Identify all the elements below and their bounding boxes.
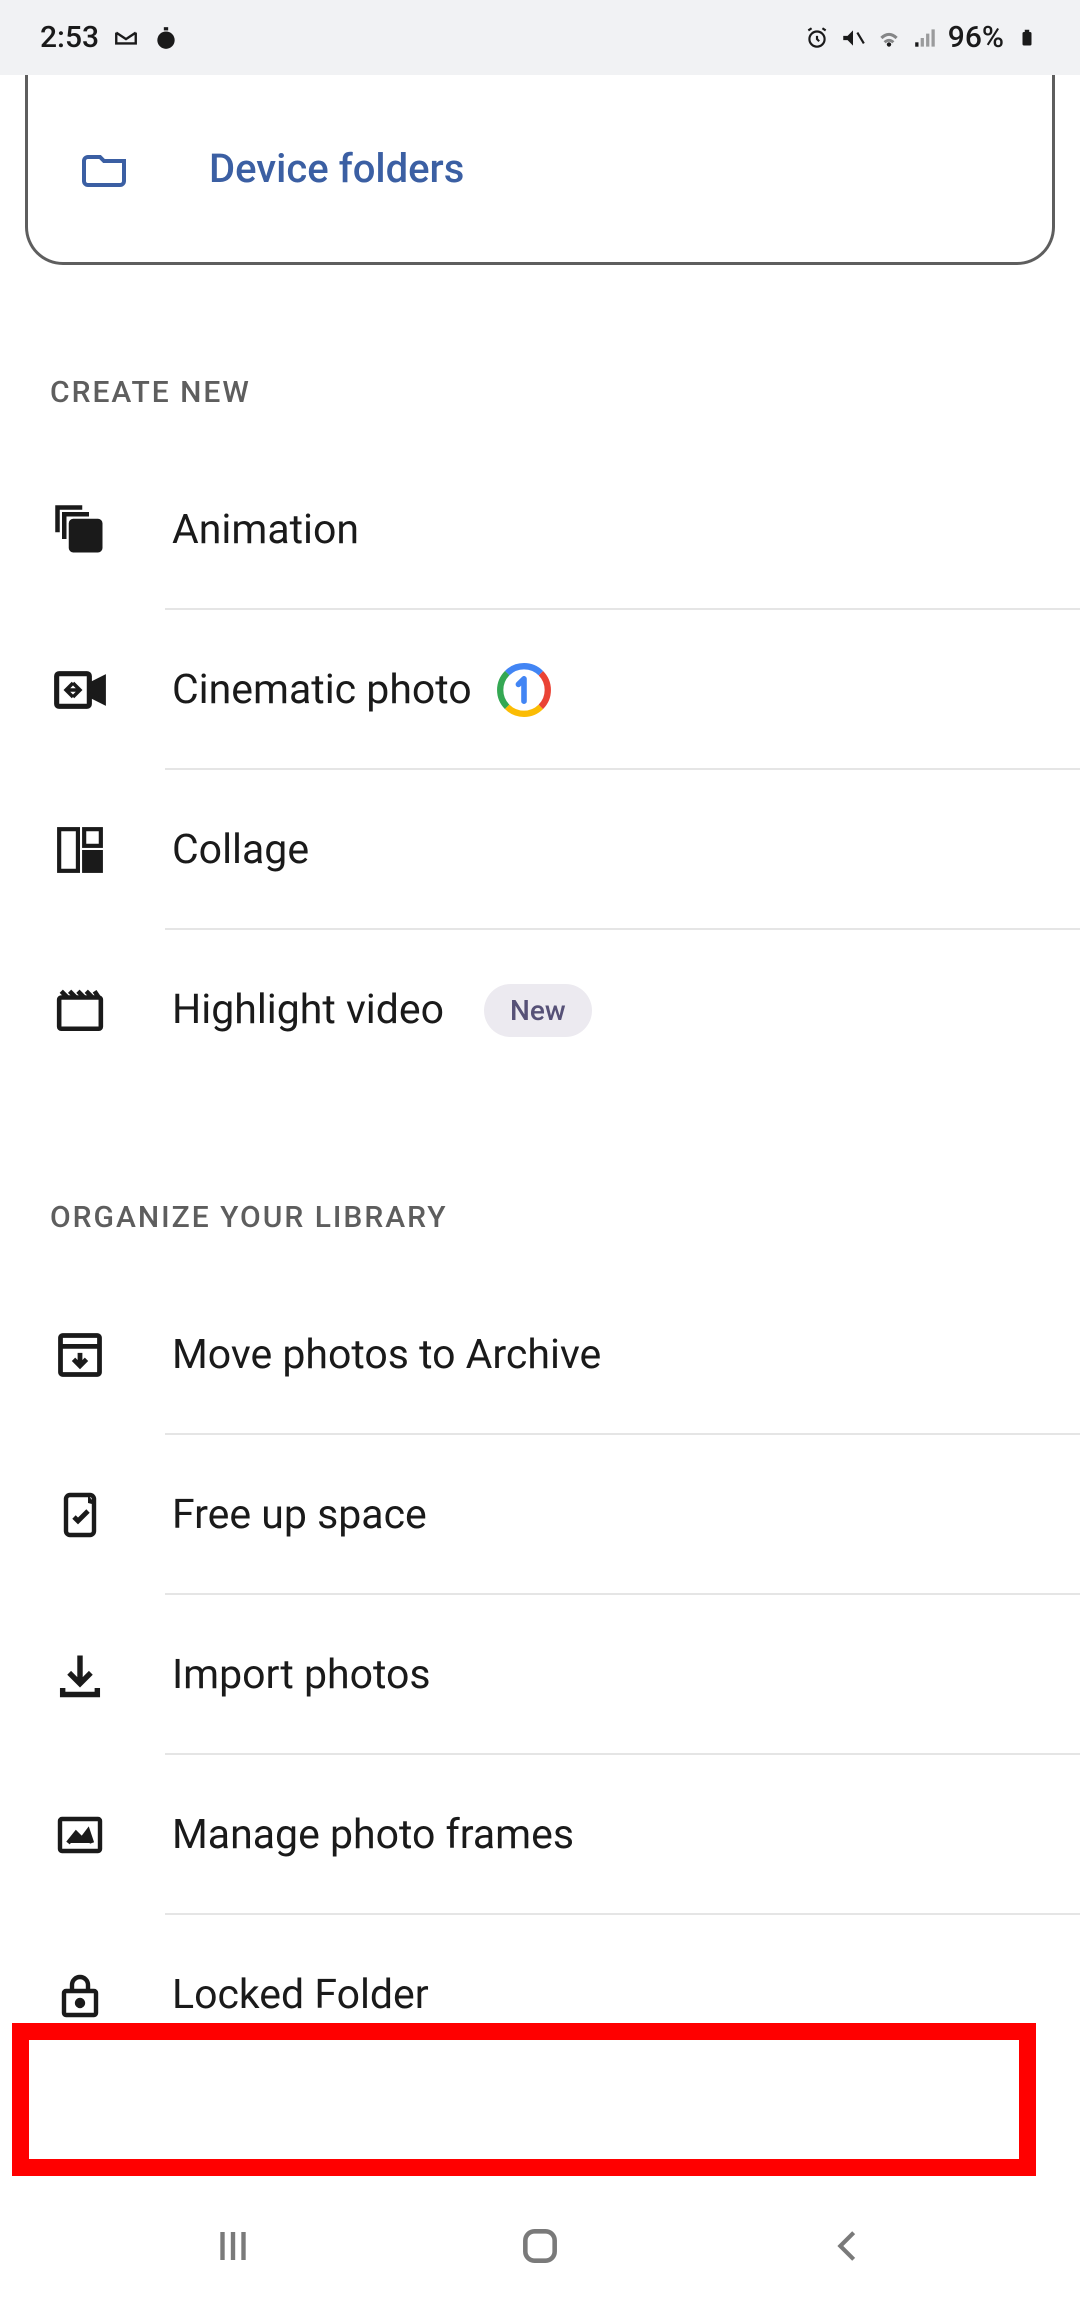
- frames-icon: [50, 1805, 110, 1865]
- manage-frames-item[interactable]: Manage photo frames: [0, 1755, 1080, 1915]
- stopwatch-icon: [153, 25, 179, 51]
- mute-icon: [840, 25, 866, 51]
- animation-item[interactable]: Animation: [0, 450, 1080, 610]
- gmail-icon: [113, 25, 139, 51]
- locked-folder-item[interactable]: Locked Folder: [0, 1915, 1080, 2075]
- locked-folder-label: Locked Folder: [172, 1971, 429, 2019]
- archive-label: Move photos to Archive: [172, 1331, 601, 1379]
- cinematic-label: Cinematic photo: [172, 666, 472, 714]
- import-icon: [50, 1645, 110, 1705]
- organize-header: ORGANIZE YOUR LIBRARY: [0, 1090, 1080, 1275]
- google-one-icon: [496, 662, 552, 718]
- import-label: Import photos: [172, 1651, 431, 1699]
- home-button[interactable]: [510, 2216, 570, 2276]
- highlight-video-icon: [50, 980, 110, 1040]
- status-bar: 2:53 96%: [0, 0, 1080, 75]
- top-card: Device folders: [25, 75, 1055, 265]
- new-badge: New: [484, 984, 592, 1037]
- frames-label: Manage photo frames: [172, 1811, 574, 1859]
- highlight-video-item[interactable]: Highlight video New: [0, 930, 1080, 1090]
- status-time: 2:53: [40, 20, 99, 55]
- device-folders-item[interactable]: Device folders: [28, 115, 1052, 222]
- cinematic-photo-item[interactable]: Cinematic photo: [0, 610, 1080, 770]
- alarm-icon: [804, 25, 830, 51]
- recents-button[interactable]: [203, 2216, 263, 2276]
- cinematic-icon: [50, 660, 110, 720]
- collage-label: Collage: [172, 826, 309, 874]
- battery-icon: [1014, 25, 1040, 51]
- create-new-header: CREATE NEW: [0, 265, 1080, 450]
- system-nav-bar: [0, 2176, 1080, 2316]
- back-button[interactable]: [817, 2216, 877, 2276]
- device-folders-label: Device folders: [209, 145, 464, 192]
- archive-item[interactable]: Move photos to Archive: [0, 1275, 1080, 1435]
- free-up-space-label: Free up space: [172, 1491, 427, 1539]
- highlight-video-label: Highlight video: [172, 986, 444, 1034]
- free-up-space-item[interactable]: Free up space: [0, 1435, 1080, 1595]
- animation-label: Animation: [172, 506, 359, 554]
- folder-icon: [78, 146, 134, 192]
- status-battery-percent: 96%: [948, 20, 1004, 55]
- free-up-space-icon: [50, 1485, 110, 1545]
- archive-icon: [50, 1325, 110, 1385]
- collage-icon: [50, 820, 110, 880]
- lock-icon: [50, 1965, 110, 2025]
- wifi-icon: [876, 25, 902, 51]
- signal-icon: [912, 25, 938, 51]
- animation-icon: [50, 500, 110, 560]
- collage-item[interactable]: Collage: [0, 770, 1080, 930]
- import-photos-item[interactable]: Import photos: [0, 1595, 1080, 1755]
